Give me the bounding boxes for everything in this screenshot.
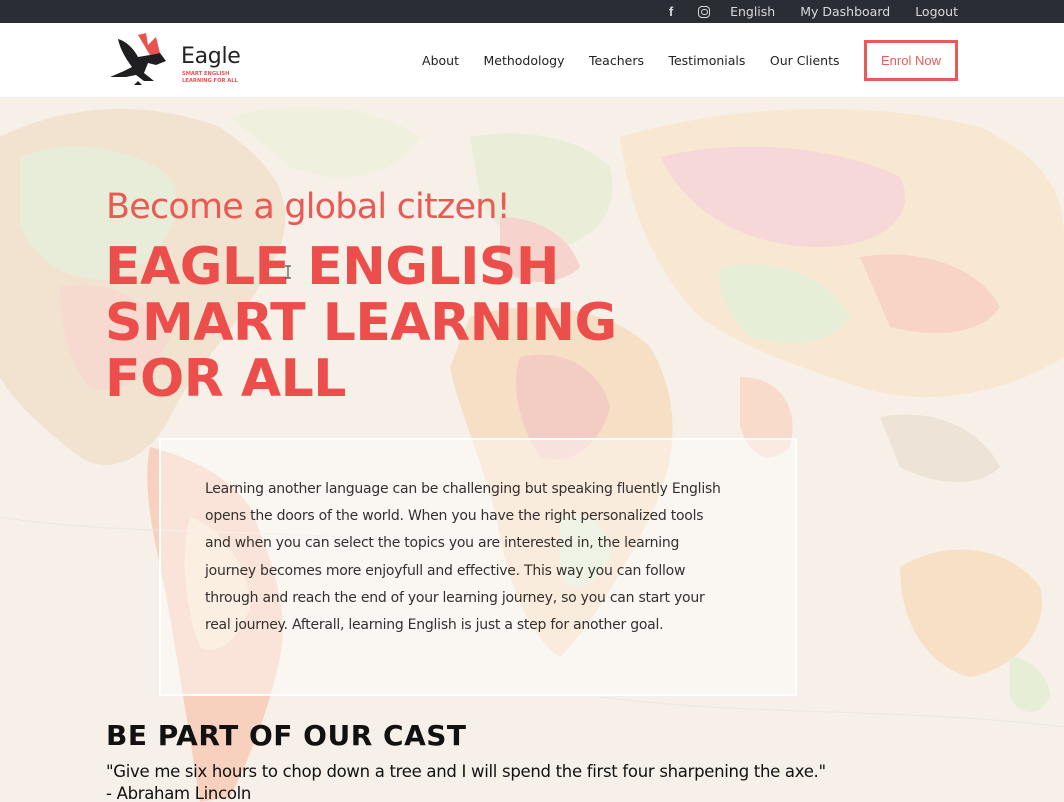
nav-methodology[interactable]: Methodology [483,53,564,68]
facebook-icon[interactable]: f [664,4,678,19]
eagle-logo-icon [110,33,166,85]
instagram-icon[interactable] [698,5,711,18]
hero-headline: EAGLE ENGLISH SMART LEARNING FOR ALL [105,239,617,407]
headline-line-2: SMART LEARNING [105,293,617,353]
nav-our-clients[interactable]: Our Clients [770,53,840,68]
logout-link[interactable]: Logout [915,4,958,19]
quote-author: - Abraham Lincoln [106,784,252,802]
brand-logo[interactable]: Eagle SMART ENGLISH LEARNING FOR ALL [108,31,248,87]
intro-paragraph: Learning another language can be challen… [205,481,721,634]
brand-tagline: SMART ENGLISH LEARNING FOR ALL [182,71,238,84]
nav-about[interactable]: About [422,53,459,68]
text-cursor-icon [285,265,291,279]
top-utility-bar: f English My Dashboard Logout [0,0,1064,23]
my-dashboard-link[interactable]: My Dashboard [800,4,890,19]
intro-card: Learning another language can be challen… [159,438,797,696]
nav-testimonials[interactable]: Testimonials [668,53,745,68]
language-link[interactable]: English [730,4,775,19]
cast-section-title: BE PART OF OUR CAST [106,719,467,752]
enrol-now-button[interactable]: Enrol Now [864,40,958,81]
site-header: Eagle SMART ENGLISH LEARNING FOR ALL Abo… [0,23,1064,97]
headline-line-1: EAGLE ENGLISH [105,237,559,297]
main-nav: About Methodology Teachers Testimonials … [422,40,958,81]
hero-tagline: Become a global citzen! [106,187,511,227]
brand-name: Eagle [181,44,241,69]
hero-section: Become a global citzen! EAGLE ENGLISH SM… [0,97,1064,802]
quote-block: "Give me six hours to chop down a tree a… [106,761,826,802]
nav-teachers[interactable]: Teachers [589,53,644,68]
headline-line-3: FOR ALL [105,349,346,409]
quote-text: "Give me six hours to chop down a tree a… [106,762,826,781]
